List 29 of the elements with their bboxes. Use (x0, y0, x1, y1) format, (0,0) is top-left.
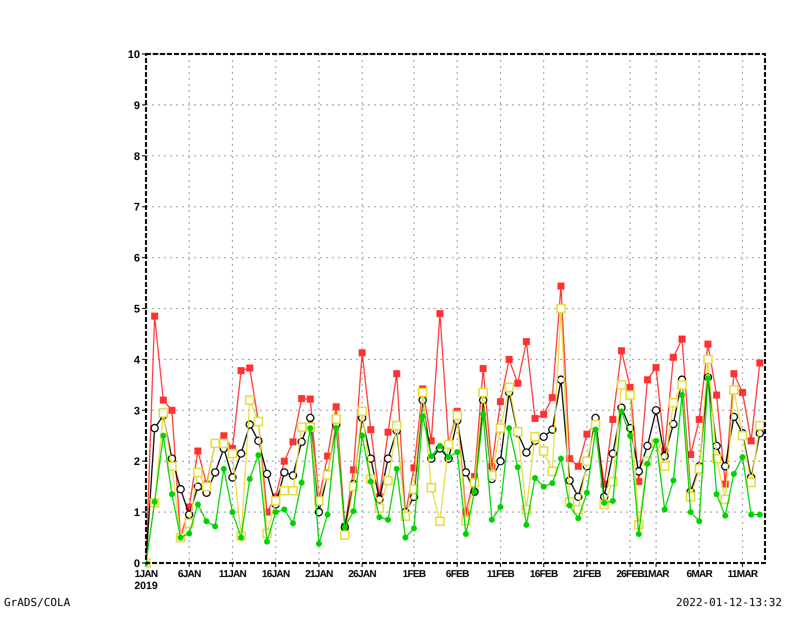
x-tick-label: 16JAN (262, 569, 290, 580)
y-tick-label: 9 (134, 100, 140, 112)
x-tick-label: 11MAR (728, 569, 758, 580)
y-tick-label: 10 (128, 49, 140, 61)
x-tick-label: 1JAN (134, 569, 158, 580)
x-tick-label: 21FEB (573, 569, 601, 580)
x-tick-label: 6FEB (446, 569, 469, 580)
y-tick-label: 4 (134, 354, 140, 366)
y-tick-label: 2 (134, 456, 140, 468)
x-tick-label: 26JAN (348, 569, 376, 580)
footer-timestamp: 2022-01-12-13:32 (676, 596, 782, 609)
x-tick-label: 1FEB (402, 569, 426, 580)
y-tick-label: 0 (134, 558, 140, 570)
x-tick-label: 16FEB (530, 569, 558, 580)
x-tick-label: 6JAN (178, 569, 201, 580)
y-tick-label: 6 (134, 252, 140, 265)
year-label: 2019 (134, 580, 158, 592)
y-tick-label: 3 (134, 405, 140, 418)
x-tick-label: 11FEB (486, 569, 514, 580)
y-tick-label: 8 (134, 150, 140, 163)
x-tick-label: 26FEB (616, 569, 644, 580)
x-tick-label: 1MAR (643, 569, 669, 580)
x-tick-label: 11JAN (218, 569, 246, 580)
footer-credit: GrADS/COLA (4, 596, 70, 609)
y-tick-label: 1 (134, 507, 140, 520)
y-tick-label: 7 (134, 202, 140, 214)
y-tick-label: 5 (134, 304, 140, 316)
x-tick-label: 21JAN (305, 569, 333, 580)
x-tick-label: 6MAR (686, 569, 712, 580)
